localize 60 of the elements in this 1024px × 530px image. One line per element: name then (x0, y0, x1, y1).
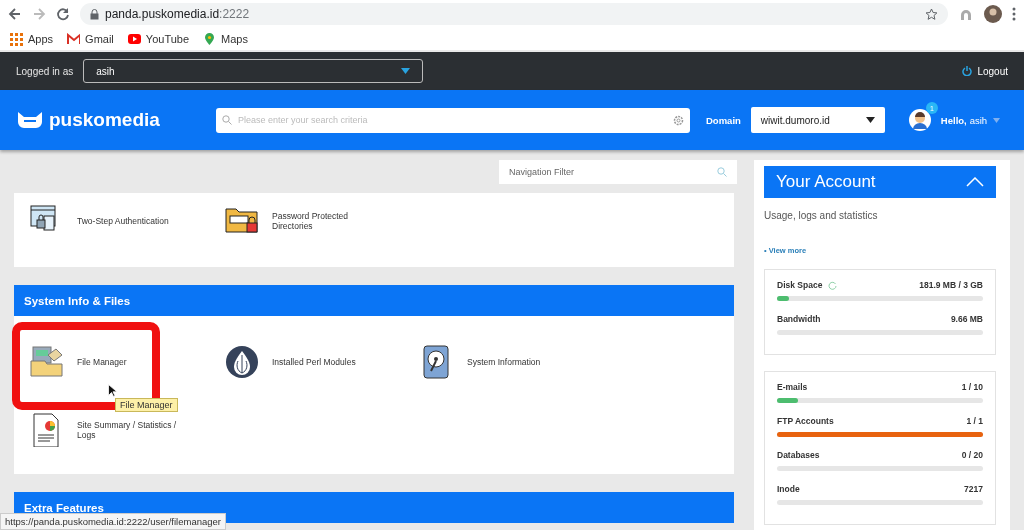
back-icon[interactable] (8, 7, 22, 21)
domain-select[interactable]: wiwit.dumoro.id (750, 107, 885, 133)
tooltip: File Manager (115, 398, 178, 412)
account-header[interactable]: Your Account (764, 166, 996, 198)
user-menu[interactable]: Hello, asih (940, 114, 1001, 126)
logout-link[interactable]: Logout (962, 65, 1008, 77)
search-icon (717, 167, 727, 177)
domain-label: Domain (706, 114, 741, 126)
stat-value: 0 / 20 (961, 450, 983, 460)
account-subtitle: Usage, logs and statistics (764, 210, 879, 221)
tool-link[interactable]: Two-Step Authentication (30, 201, 225, 241)
stat-label: FTP Accounts (777, 416, 834, 426)
bookmark-link[interactable]: Maps (203, 32, 248, 46)
star-icon[interactable] (925, 7, 938, 21)
bookmark-link[interactable]: YouTube (127, 32, 190, 46)
stat-label: E-mails (777, 382, 808, 392)
stat-value: 1 / 10 (961, 382, 983, 392)
lock-icon (90, 8, 99, 20)
bookmark-link[interactable]: Gmail (67, 32, 114, 46)
mail-icon (67, 32, 81, 46)
avatar-icon[interactable] (908, 109, 931, 131)
reload-icon[interactable] (56, 7, 70, 21)
onion-icon (225, 345, 259, 379)
user-select[interactable]: asih (83, 59, 424, 83)
cat-logo-icon (16, 110, 44, 130)
stat-value: 9.66 MB (950, 314, 983, 324)
chevron-up-icon[interactable] (966, 177, 984, 187)
file-manager-icon (30, 345, 64, 379)
more-icon[interactable] (1012, 7, 1016, 21)
section-header: System Info & Files (14, 285, 734, 316)
brand-name: puskomedia (49, 109, 160, 131)
stat-value: 181.9 MB / 3 GB (919, 280, 983, 290)
play-icon (127, 32, 141, 46)
stat-label: Bandwidth (777, 314, 821, 324)
stat-label: Databases (777, 450, 820, 460)
bookmark-link[interactable]: Apps (10, 32, 54, 46)
search-icon (222, 115, 232, 125)
navigation-filter-field[interactable]: Navigation Filter (499, 160, 737, 184)
apps-icon (10, 32, 23, 46)
address-bar[interactable]: panda.puskomedia.id:2222 (80, 3, 948, 25)
url-text[interactable]: panda.puskomedia.id:2222 (105, 7, 250, 21)
stat-value: 7217 (964, 484, 983, 494)
stat-value: 1 / 1 (966, 416, 983, 426)
status-url: https://panda.puskomedia.id:2222/user/filemanager (0, 513, 226, 530)
tool-link[interactable]: System Information (420, 342, 615, 382)
stat-label: Inode (777, 484, 800, 494)
caret-icon (401, 68, 411, 74)
cursor-icon (108, 384, 117, 397)
avatar-icon[interactable] (984, 5, 1002, 23)
tool-link[interactable]: Password Protected Directories (225, 201, 420, 241)
caret-icon (993, 117, 1001, 123)
tool-link[interactable]: Site Summary / Statistics / Logs (30, 410, 225, 450)
tool-link[interactable]: Installed Perl Modules (225, 342, 420, 382)
power-icon (962, 66, 973, 76)
map-pin-icon (203, 32, 217, 46)
caret-icon (865, 117, 875, 123)
tool-link[interactable]: File Manager (30, 342, 225, 382)
login-label: Logged in as (16, 65, 74, 77)
stat-label: Disk Space (777, 280, 823, 290)
settings-icon[interactable] (673, 114, 684, 126)
